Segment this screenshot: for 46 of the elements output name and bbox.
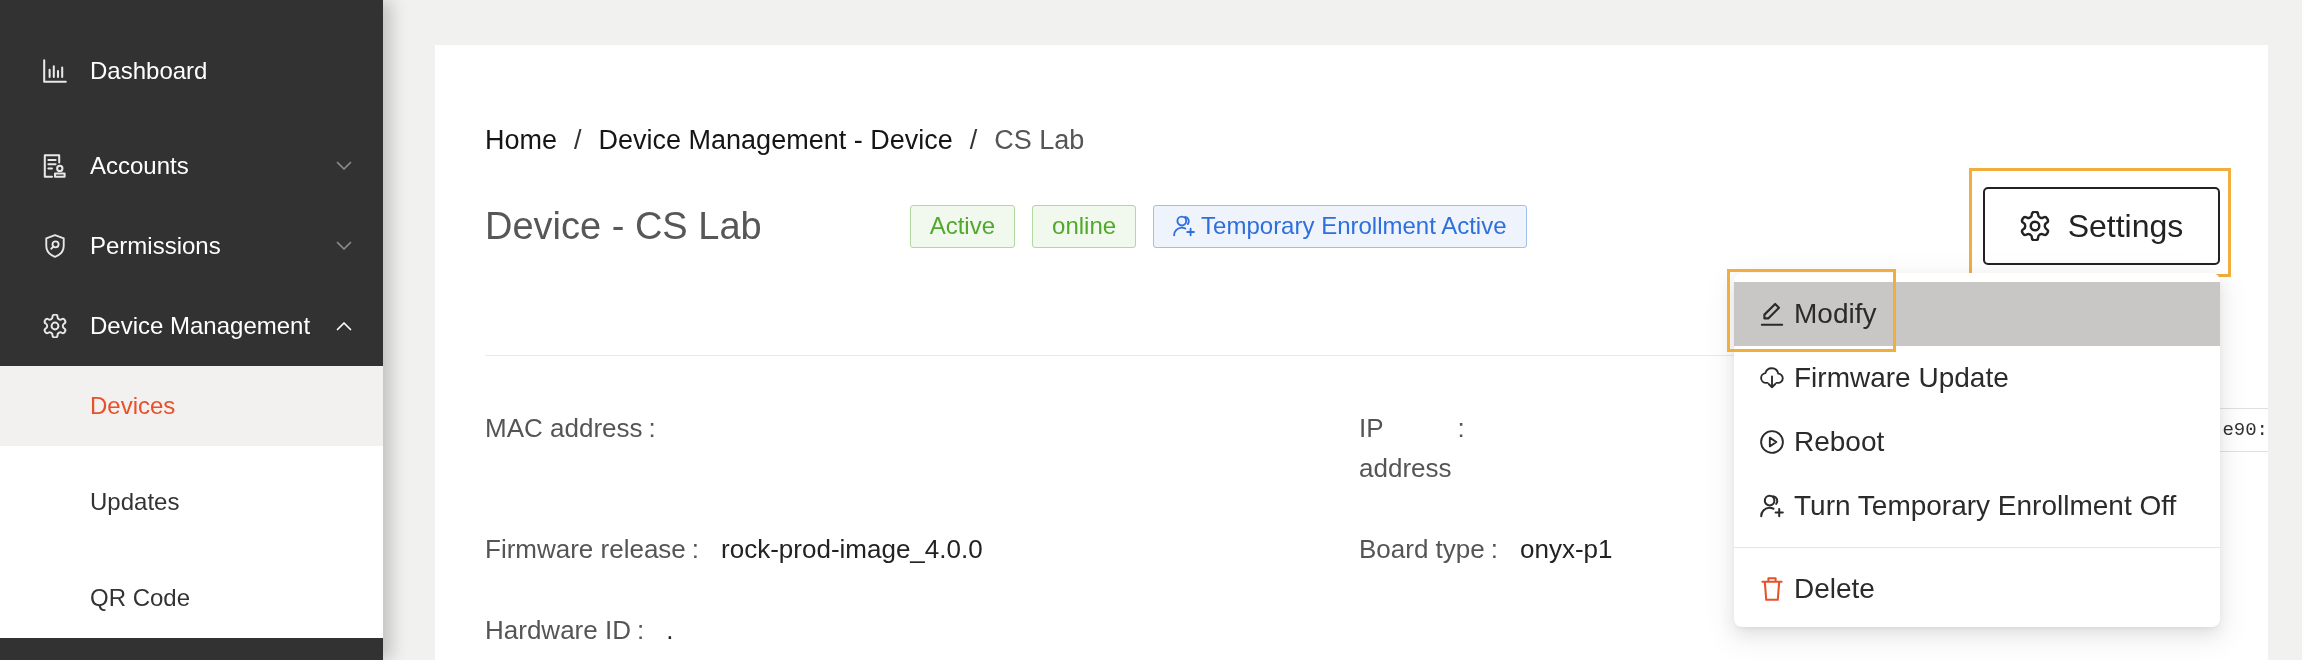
field-label: IP address: [1359, 412, 1452, 485]
breadcrumb-separator: /: [969, 124, 978, 157]
settings-button[interactable]: Settings: [1983, 187, 2220, 265]
users-plus-icon: [1760, 494, 1784, 518]
field-label: Board type: [1359, 533, 1485, 566]
bar-chart-icon: [43, 59, 67, 83]
nav-item[interactable]: Accounts: [0, 126, 383, 206]
nav-item[interactable]: Device Management: [0, 286, 383, 366]
field-label: Hardware ID: [485, 614, 631, 647]
shield-icon: [43, 234, 67, 258]
breadcrumb-link[interactable]: Device Management - Device: [598, 120, 953, 160]
play-circle-icon: [1760, 430, 1784, 454]
field-value: onyx-p1: [1520, 533, 1613, 566]
trash-icon: [1760, 577, 1784, 601]
document-person-icon: [43, 154, 67, 178]
users-plus-icon: [1173, 215, 1196, 237]
settings-icon: [43, 314, 67, 338]
label-colon: :: [648, 412, 656, 445]
field-value: rock-prod-image_4.0.0: [721, 533, 983, 566]
label-colon: :: [636, 614, 645, 647]
field-value: .: [666, 614, 674, 647]
nav-subitem[interactable]: Updates: [0, 462, 383, 542]
menu-item[interactable]: Delete: [1734, 557, 2220, 621]
badge-text: Temporary Enrollment Active: [1201, 212, 1507, 240]
badge-text: online: [1052, 212, 1117, 240]
settings-icon: [2019, 211, 2050, 241]
nav-item[interactable]: Dashboard: [0, 31, 383, 111]
field-label: Firmware release: [485, 533, 686, 566]
menu-item[interactable]: Turn Temporary Enrollment Off: [1734, 474, 2220, 538]
menu-item[interactable]: Modify: [1734, 282, 2220, 346]
label-colon: :: [691, 533, 700, 566]
value-field: e90:: [2220, 408, 2268, 452]
breadcrumb-link[interactable]: Home: [485, 120, 558, 160]
badge-text: Active: [929, 212, 996, 240]
menu-item[interactable]: Reboot: [1734, 410, 2220, 474]
label-colon: :: [1490, 533, 1498, 566]
breadcrumb-separator: /: [574, 124, 582, 157]
edit-icon: [1760, 302, 1784, 326]
breadcrumb-current: CS Lab: [994, 124, 1085, 157]
label-colon: :: [1457, 412, 1465, 445]
nav-item[interactable]: Permissions: [0, 206, 383, 286]
menu-item[interactable]: Firmware Update: [1734, 346, 2220, 410]
cloud-download-icon: [1760, 366, 1784, 390]
nav-subitem[interactable]: QR Code: [0, 558, 383, 638]
page-title: Device - CS Lab: [485, 204, 762, 248]
field-label: MAC address: [485, 412, 643, 445]
